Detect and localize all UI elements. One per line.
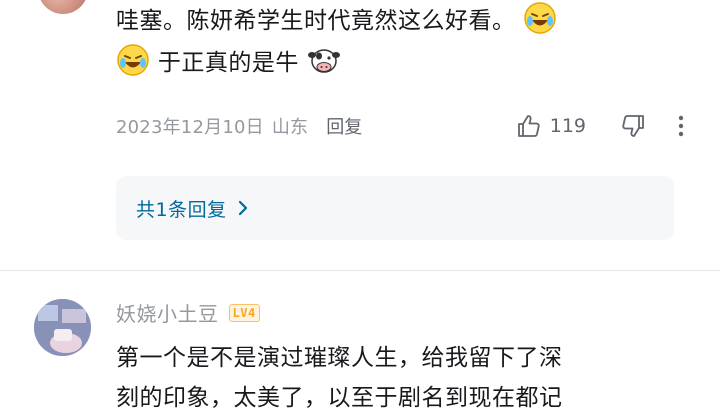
comment-line-1: 哇塞。陈妍希学生时代竟然这么好看。 <box>116 0 676 42</box>
comment-date: 2023年12月10日 <box>116 117 264 138</box>
comment-body: 第一个是不是演过璀璨人生，给我留下了深 刻的印象，太美了，以至于剧名到现在都记 <box>116 338 676 418</box>
dislike-button[interactable] <box>620 113 646 139</box>
more-options-button[interactable] <box>676 113 686 139</box>
commenter-avatar[interactable] <box>34 299 91 356</box>
username-row: 妖娆小土豆 LV4 <box>116 298 260 327</box>
chevron-right-icon <box>237 199 249 217</box>
comment-body: 哇塞。陈妍希学生时代竟然这么好看。 于正真的是牛 <box>116 0 676 84</box>
comment-meta-row: 2023年12月10日 山东 回复 119 <box>116 110 686 142</box>
like-count: 119 <box>549 115 586 137</box>
avatar-image <box>34 299 91 356</box>
level-badge: LV4 <box>228 303 260 322</box>
more-vertical-icon <box>678 115 684 137</box>
comment-text-1: 哇塞。陈妍希学生时代竟然这么好看。 <box>116 8 516 34</box>
comment-text-2: 于正真的是牛 <box>157 50 299 76</box>
thumbs-up-icon <box>517 115 540 137</box>
comment-location: 山东 <box>271 117 309 138</box>
replies-count-label: 共1条回复 <box>136 198 227 221</box>
comment-line-1: 第一个是不是演过璀璨人生，给我留下了深 <box>116 345 563 371</box>
comment-divider <box>0 270 720 271</box>
comment-line-2: 于正真的是牛 <box>116 42 676 84</box>
reply-button[interactable]: 回复 <box>326 113 362 139</box>
comment-actions: 119 <box>516 113 686 139</box>
like-button[interactable]: 119 <box>516 113 586 139</box>
cow-emoji-icon <box>307 49 340 73</box>
username[interactable]: 妖娆小土豆 <box>116 298 219 327</box>
laughing-crying-emoji-icon <box>524 2 557 34</box>
comment-line-2: 刻的印象，太美了，以至于剧名到现在都记 <box>116 385 563 411</box>
laughing-crying-emoji-icon <box>117 44 149 76</box>
view-replies-button[interactable]: 共1条回复 <box>116 176 674 240</box>
thumbs-down-icon <box>622 115 644 137</box>
commenter-avatar[interactable] <box>38 0 88 14</box>
